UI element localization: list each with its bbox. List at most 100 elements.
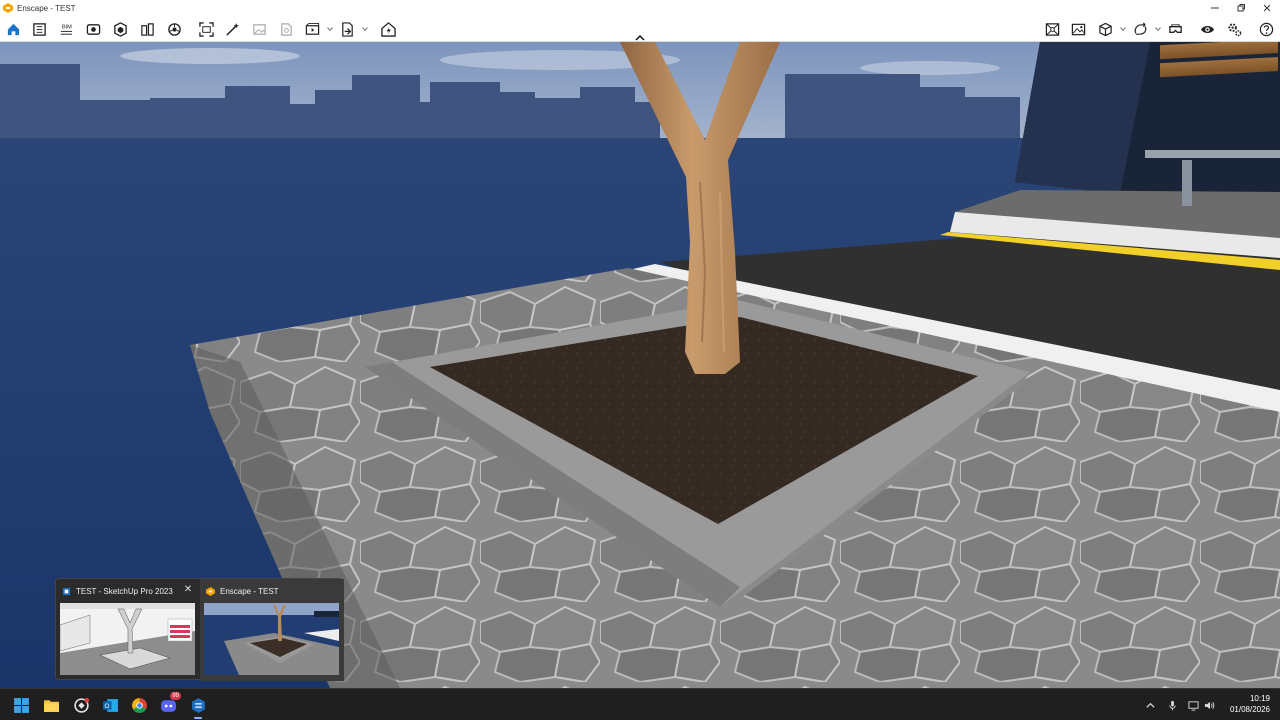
preview-header: TEST - SketchUp Pro 2023 [62,585,173,597]
preview-enscape-window[interactable]: Enscape - TEST [200,579,344,681]
maximize-button[interactable] [1228,0,1254,16]
help-icon [1259,22,1273,36]
enscape-thumbnail [204,603,339,675]
maximize-icon [1237,4,1245,12]
bim-button[interactable]: BIM [56,19,76,39]
settings-icon [1227,22,1241,36]
taskbar-preview: TEST - SketchUp Pro 2023 ✕ Enscape - TES… [55,578,344,681]
view-management-button[interactable] [83,19,103,39]
upload-icon [380,21,396,37]
volume-button[interactable] [1202,697,1216,713]
vr-headset-icon [1168,23,1182,33]
preview-sketchup-window[interactable]: TEST - SketchUp Pro 2023 ✕ [56,579,200,681]
asset-library-icon [113,21,127,37]
file-explorer-button[interactable] [40,694,62,716]
screenshot-icon [198,21,214,37]
clock-time: 10:19 [1249,694,1270,703]
outlook-button[interactable]: O [99,694,121,716]
preview-title: TEST - SketchUp Pro 2023 [76,586,173,596]
minimize-button[interactable] [1202,0,1228,16]
home-icon [7,23,19,35]
help-button[interactable] [1256,19,1276,39]
chevron-down-icon[interactable] [1155,26,1161,32]
chevron-down-icon[interactable] [1120,26,1126,32]
image-gallery-icon [1071,23,1085,35]
view-icon [86,23,100,35]
settings-button[interactable] [1224,19,1244,39]
start-icon [13,697,29,713]
chevron-up-icon [1145,702,1155,708]
notification-badge: 99 [170,692,181,700]
upload-button[interactable] [378,19,398,39]
show-hidden-icons-button[interactable] [1143,697,1157,713]
preview-thumbnail [204,603,339,675]
visibility-icon [1200,25,1214,33]
export-icon [341,21,353,37]
app-icon [73,697,89,713]
atmosphere-button[interactable] [164,19,184,39]
preview-thumbnail [60,603,195,675]
image-icon [252,23,266,35]
presentation-icon [1045,22,1059,36]
vr-headset-button[interactable] [1165,19,1185,39]
sketchup-thumbnail [60,603,195,675]
video-editor-icon [305,22,319,35]
enscape-taskbar-button[interactable] [187,694,209,719]
chrome-icon [131,697,147,713]
export-button[interactable] [337,19,357,39]
cube-icon [1098,22,1112,36]
discord-button[interactable]: 99 [157,692,181,716]
clock-date: 01/08/2026 [1229,705,1270,714]
chevron-down-icon[interactable] [327,26,333,32]
bim-icon: BIM [60,24,72,35]
close-icon [1263,4,1271,12]
clock[interactable]: 10:19 01/08/2026 [1220,693,1270,715]
enscape-logo-icon [3,3,13,13]
material-icon [140,22,154,36]
outlook-icon: O [102,698,118,712]
network-button[interactable] [1186,697,1200,713]
image-gallery-button[interactable] [1068,19,1088,39]
enscape-taskbar-icon [191,697,205,713]
live-sync-button[interactable] [1130,19,1150,39]
title-bar: Enscape - TEST [0,0,1280,16]
screenshot-button[interactable] [196,19,216,39]
sync-icon [1134,22,1146,35]
enscape-logo-icon [206,586,215,596]
video-editor-button[interactable] [302,19,322,39]
magic-icon [225,22,239,36]
material-editor-button[interactable] [137,19,157,39]
volume-icon [1204,701,1214,709]
svg-text:BIM: BIM [61,24,71,30]
sidebar-icon [32,22,46,36]
svg-text:O: O [104,703,109,710]
network-icon [1187,700,1199,711]
cube-button[interactable] [1095,19,1115,39]
panorama-button[interactable] [276,19,296,39]
preview-close-button[interactable]: ✕ [182,584,194,596]
asset-library-button[interactable] [110,19,130,39]
magic-button[interactable] [222,19,242,39]
sketchup-icon [62,587,71,595]
image-button[interactable] [249,19,269,39]
chevron-down-icon[interactable] [362,26,368,32]
window-title: Enscape - TEST [17,3,76,13]
file-explorer-icon [43,699,59,712]
screen: Enscape - TEST BIM TEST - SketchUp Pro 2… [0,0,1280,720]
taskbar: O 99 10:19 01/08/2026 [0,688,1280,720]
sidebar-button[interactable] [29,19,49,39]
chrome-button[interactable] [128,694,150,716]
minimize-icon [1211,7,1219,9]
preview-header: Enscape - TEST [206,585,279,597]
collapse-toolbar-icon[interactable] [634,34,646,42]
preview-title: Enscape - TEST [220,586,279,596]
visibility-button[interactable] [1197,19,1217,39]
app-button[interactable] [70,694,92,716]
panorama-icon [280,22,292,36]
microphone-button[interactable] [1165,697,1179,713]
presentation-button[interactable] [1042,19,1062,39]
close-window-button[interactable] [1254,0,1280,16]
start-button[interactable] [10,694,32,716]
home-button[interactable] [3,19,23,39]
atmosphere-icon [167,22,181,36]
